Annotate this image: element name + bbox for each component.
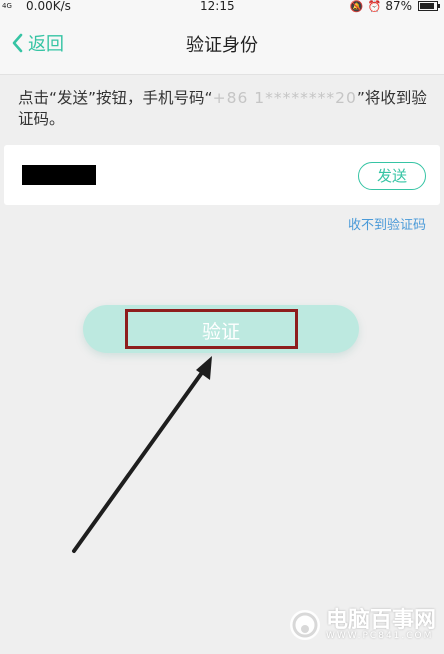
watermark-title: 电脑百事网 bbox=[325, 607, 436, 633]
arrow-shaft bbox=[72, 365, 208, 553]
watermark: 电脑百事网 WWW.PC841.COM bbox=[288, 608, 436, 642]
watermark-logo-icon bbox=[289, 610, 320, 640]
watermark-url: WWW.PC841.COM bbox=[325, 630, 434, 641]
watermark-text: 电脑百事网 WWW.PC841.COM bbox=[325, 607, 436, 641]
pointer-arrow bbox=[72, 356, 212, 553]
